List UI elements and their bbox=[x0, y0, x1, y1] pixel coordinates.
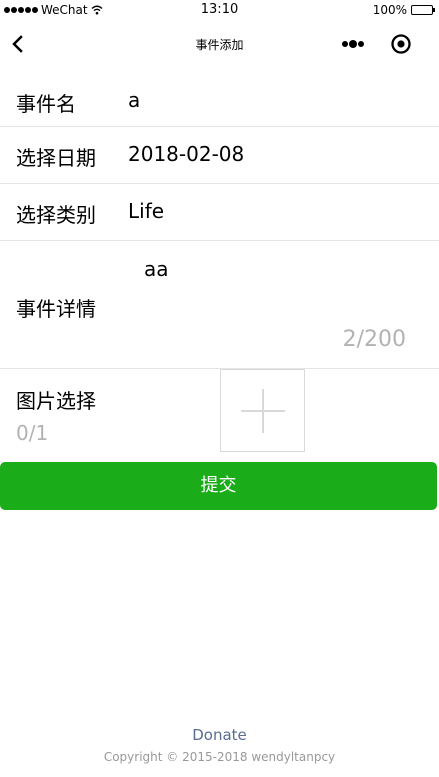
detail-label: 事件详情 bbox=[16, 297, 96, 321]
date-label: 选择日期 bbox=[16, 146, 96, 170]
status-bar: WeChat 13:10 100% bbox=[0, 0, 439, 20]
type-label: 选择类别 bbox=[16, 203, 96, 227]
type-row[interactable]: 选择类别 Life bbox=[0, 184, 439, 241]
detail-row: 事件详情 aa 2/200 bbox=[0, 241, 439, 369]
detail-counter: 2/200 bbox=[342, 327, 406, 352]
donate-link[interactable]: Donate bbox=[0, 726, 439, 744]
submit-button[interactable]: 提交 bbox=[0, 462, 437, 510]
more-dots-icon[interactable] bbox=[340, 34, 372, 54]
copyright-text: Copyright © 2015-2018 wendyltanpcy bbox=[103, 750, 336, 764]
close-circle-icon[interactable] bbox=[390, 33, 412, 55]
image-row: 图片选择 0/1 bbox=[0, 369, 439, 459]
page-title: 事件添加 bbox=[195, 38, 244, 52]
name-input[interactable]: a bbox=[128, 88, 140, 112]
name-label: 事件名 bbox=[16, 92, 76, 116]
battery-icon bbox=[411, 5, 435, 15]
date-row[interactable]: 选择日期 2018-02-08 bbox=[0, 127, 439, 184]
status-right: 100% bbox=[372, 3, 435, 17]
type-picker[interactable]: Life bbox=[128, 199, 164, 223]
name-row[interactable]: 事件名 a bbox=[0, 72, 439, 127]
nav-bar: 事件添加 bbox=[0, 20, 439, 68]
date-picker[interactable]: 2018-02-08 bbox=[128, 142, 244, 166]
image-label: 图片选择 bbox=[16, 389, 96, 413]
battery-percent: 100% bbox=[372, 3, 407, 17]
image-upload-button[interactable] bbox=[220, 369, 305, 452]
detail-textarea[interactable]: aa bbox=[144, 257, 169, 281]
image-count: 0/1 bbox=[16, 421, 49, 445]
plus-icon-vertical bbox=[262, 389, 264, 433]
